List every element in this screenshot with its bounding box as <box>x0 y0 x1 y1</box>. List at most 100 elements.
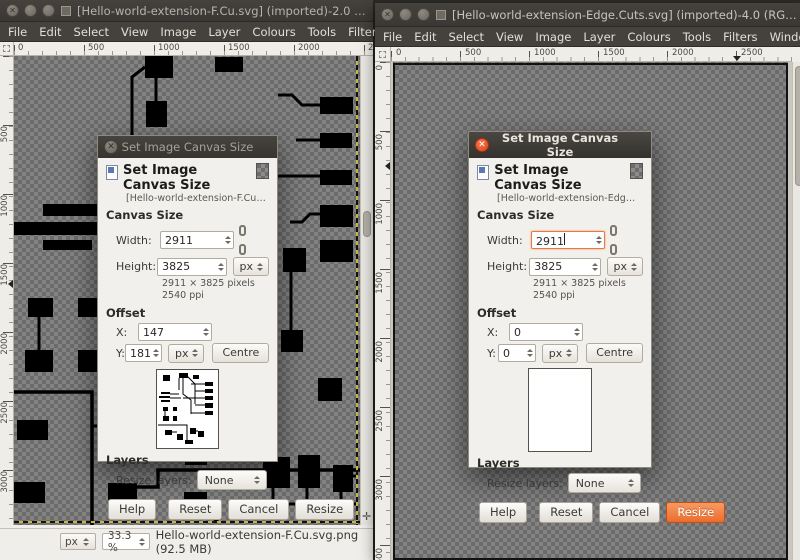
height-input[interactable]: 3825 <box>529 257 601 276</box>
right-vertical-ruler[interactable]: 0 500 1000 1500 2000 2500 3000 3500 <box>375 62 391 560</box>
ruler-label: 3500 <box>375 548 385 560</box>
chain-link-icon[interactable] <box>609 225 618 255</box>
menu-item[interactable]: Colours <box>246 23 301 41</box>
ruler-corner[interactable] <box>375 47 391 62</box>
spinner-icon[interactable] <box>201 328 211 336</box>
ruler-label: 2000 <box>672 48 694 58</box>
window-buttons: ✕ <box>6 4 55 17</box>
menu-item[interactable]: Tools <box>302 23 342 41</box>
spinner-icon <box>81 537 91 546</box>
left-vertical-ruler[interactable]: 500 1000 1500 2000 2500 3000 <box>0 56 14 525</box>
menu-item[interactable]: View <box>490 28 529 46</box>
offset-x-input[interactable]: 0 <box>509 323 583 341</box>
spinner-icon[interactable] <box>590 262 600 271</box>
navigation-cross-icon[interactable]: ✛ <box>362 511 371 522</box>
minimize-icon[interactable] <box>399 8 412 21</box>
menu-item[interactable]: Layer <box>577 28 621 46</box>
centre-button[interactable]: Centre <box>212 343 270 363</box>
spinner-icon[interactable] <box>525 349 535 357</box>
dialog-app-icon <box>477 165 490 180</box>
close-icon[interactable]: ✕ <box>475 138 489 152</box>
ruler-label: 3000 <box>375 479 385 501</box>
right-window-titlebar[interactable]: ✕ [Hello-world-extension-Edge.Cuts.svg] … <box>375 3 800 27</box>
unit-dropdown[interactable]: px <box>606 257 643 276</box>
menu-item[interactable]: Colours <box>621 28 676 46</box>
scrollbar-thumb[interactable] <box>363 211 371 237</box>
menu-item[interactable]: Layer <box>202 23 246 41</box>
spinner-icon <box>629 262 639 271</box>
dialog-app-icon <box>106 165 119 180</box>
left-horizontal-ruler[interactable]: 0 500 1000 1500 2000 2500 <box>14 42 373 56</box>
offset-unit-dropdown[interactable]: px <box>167 343 205 363</box>
height-value: 3825 <box>162 260 191 273</box>
menu-item[interactable]: Select <box>443 28 490 46</box>
canvas-offset-preview[interactable] <box>528 368 592 452</box>
menu-item[interactable]: File <box>377 28 408 46</box>
menu-item[interactable]: Image <box>529 28 577 46</box>
ruler-label: 3000 <box>0 471 10 493</box>
spinner-icon[interactable] <box>572 328 582 336</box>
window-app-icon <box>436 9 446 20</box>
reset-button[interactable]: Reset <box>539 502 594 523</box>
height-label: Height: <box>116 260 157 273</box>
resize-button[interactable]: Resize <box>666 502 726 523</box>
right-vertical-scrollbar[interactable] <box>792 62 800 560</box>
resize-layers-value: None <box>575 476 605 490</box>
window-title: [Hello-world-extension-F.Cu.svg] (import… <box>77 3 367 18</box>
menu-item[interactable]: Edit <box>408 28 442 46</box>
menu-item[interactable]: Windows <box>764 28 800 46</box>
height-input[interactable]: 3825 <box>157 257 227 276</box>
spinner-icon[interactable] <box>594 236 604 244</box>
menu-item[interactable]: Edit <box>33 23 67 41</box>
spinner-icon <box>138 537 146 546</box>
unit-combo[interactable]: px <box>60 533 96 550</box>
resize-layers-dropdown[interactable]: None <box>567 473 641 493</box>
menu-item[interactable]: View <box>115 23 154 41</box>
menu-item[interactable]: Image <box>154 23 202 41</box>
spinner-icon[interactable] <box>216 262 226 271</box>
image-thumbnail <box>629 163 643 179</box>
menu-item[interactable]: Tools <box>677 28 717 46</box>
help-button[interactable]: Help <box>108 499 157 520</box>
resize-layers-dropdown[interactable]: None <box>196 470 267 490</box>
width-input[interactable]: 2911 <box>531 231 605 249</box>
scrollbar-thumb[interactable] <box>795 66 800 186</box>
dialog-titlebar[interactable]: ✕ Set Image Canvas Size <box>98 136 277 158</box>
help-button[interactable]: Help <box>479 502 528 523</box>
offset-unit-dropdown[interactable]: px <box>541 343 579 363</box>
close-icon[interactable]: ✕ <box>6 4 19 17</box>
ruler-label: 2500 <box>741 48 763 58</box>
ruler-label: 2500 <box>368 43 373 53</box>
menu-item[interactable]: Filters <box>717 28 763 46</box>
offset-x-input[interactable]: 147 <box>138 323 212 341</box>
zoom-combo[interactable]: 33.3 % <box>101 530 150 554</box>
close-icon[interactable]: ✕ <box>381 8 394 21</box>
cancel-button[interactable]: Cancel <box>599 502 661 523</box>
ruler-corner[interactable] <box>0 42 14 56</box>
ruler-label: 1000 <box>534 48 556 58</box>
resize-button[interactable]: Resize <box>295 499 355 520</box>
minimize-icon[interactable] <box>24 4 37 17</box>
right-horizontal-ruler[interactable]: 0 500 1000 1500 2000 2500 <box>391 47 792 62</box>
canvas-offset-preview[interactable] <box>156 369 219 449</box>
maximize-icon[interactable] <box>417 8 430 21</box>
spinner-icon[interactable] <box>223 236 233 244</box>
canvas-size-section-label: Canvas Size <box>106 208 184 222</box>
spinner-icon[interactable] <box>151 349 161 357</box>
left-window-titlebar[interactable]: ✕ [Hello-world-extension-F.Cu.svg] (impo… <box>0 0 373 22</box>
dialog-titlebar[interactable]: ✕ Set Image Canvas Size <box>469 131 651 159</box>
reset-button[interactable]: Reset <box>168 499 223 520</box>
status-file-info: Hello-world-extension-F.Cu.svg.png (92.5… <box>155 527 359 556</box>
offset-y-input[interactable]: 181 <box>124 344 162 362</box>
offset-y-input[interactable]: 0 <box>497 344 536 362</box>
chain-link-icon[interactable] <box>238 225 247 255</box>
unit-dropdown[interactable]: px <box>232 257 269 276</box>
maximize-icon[interactable] <box>42 4 55 17</box>
width-input[interactable]: 2911 <box>160 231 234 249</box>
menu-item[interactable]: Select <box>68 23 115 41</box>
centre-button[interactable]: Centre <box>586 343 643 363</box>
left-vertical-scrollbar[interactable]: ✛ <box>360 56 373 525</box>
cancel-button[interactable]: Cancel <box>228 499 290 520</box>
close-icon[interactable]: ✕ <box>104 140 118 154</box>
menu-item[interactable]: File <box>2 23 33 41</box>
